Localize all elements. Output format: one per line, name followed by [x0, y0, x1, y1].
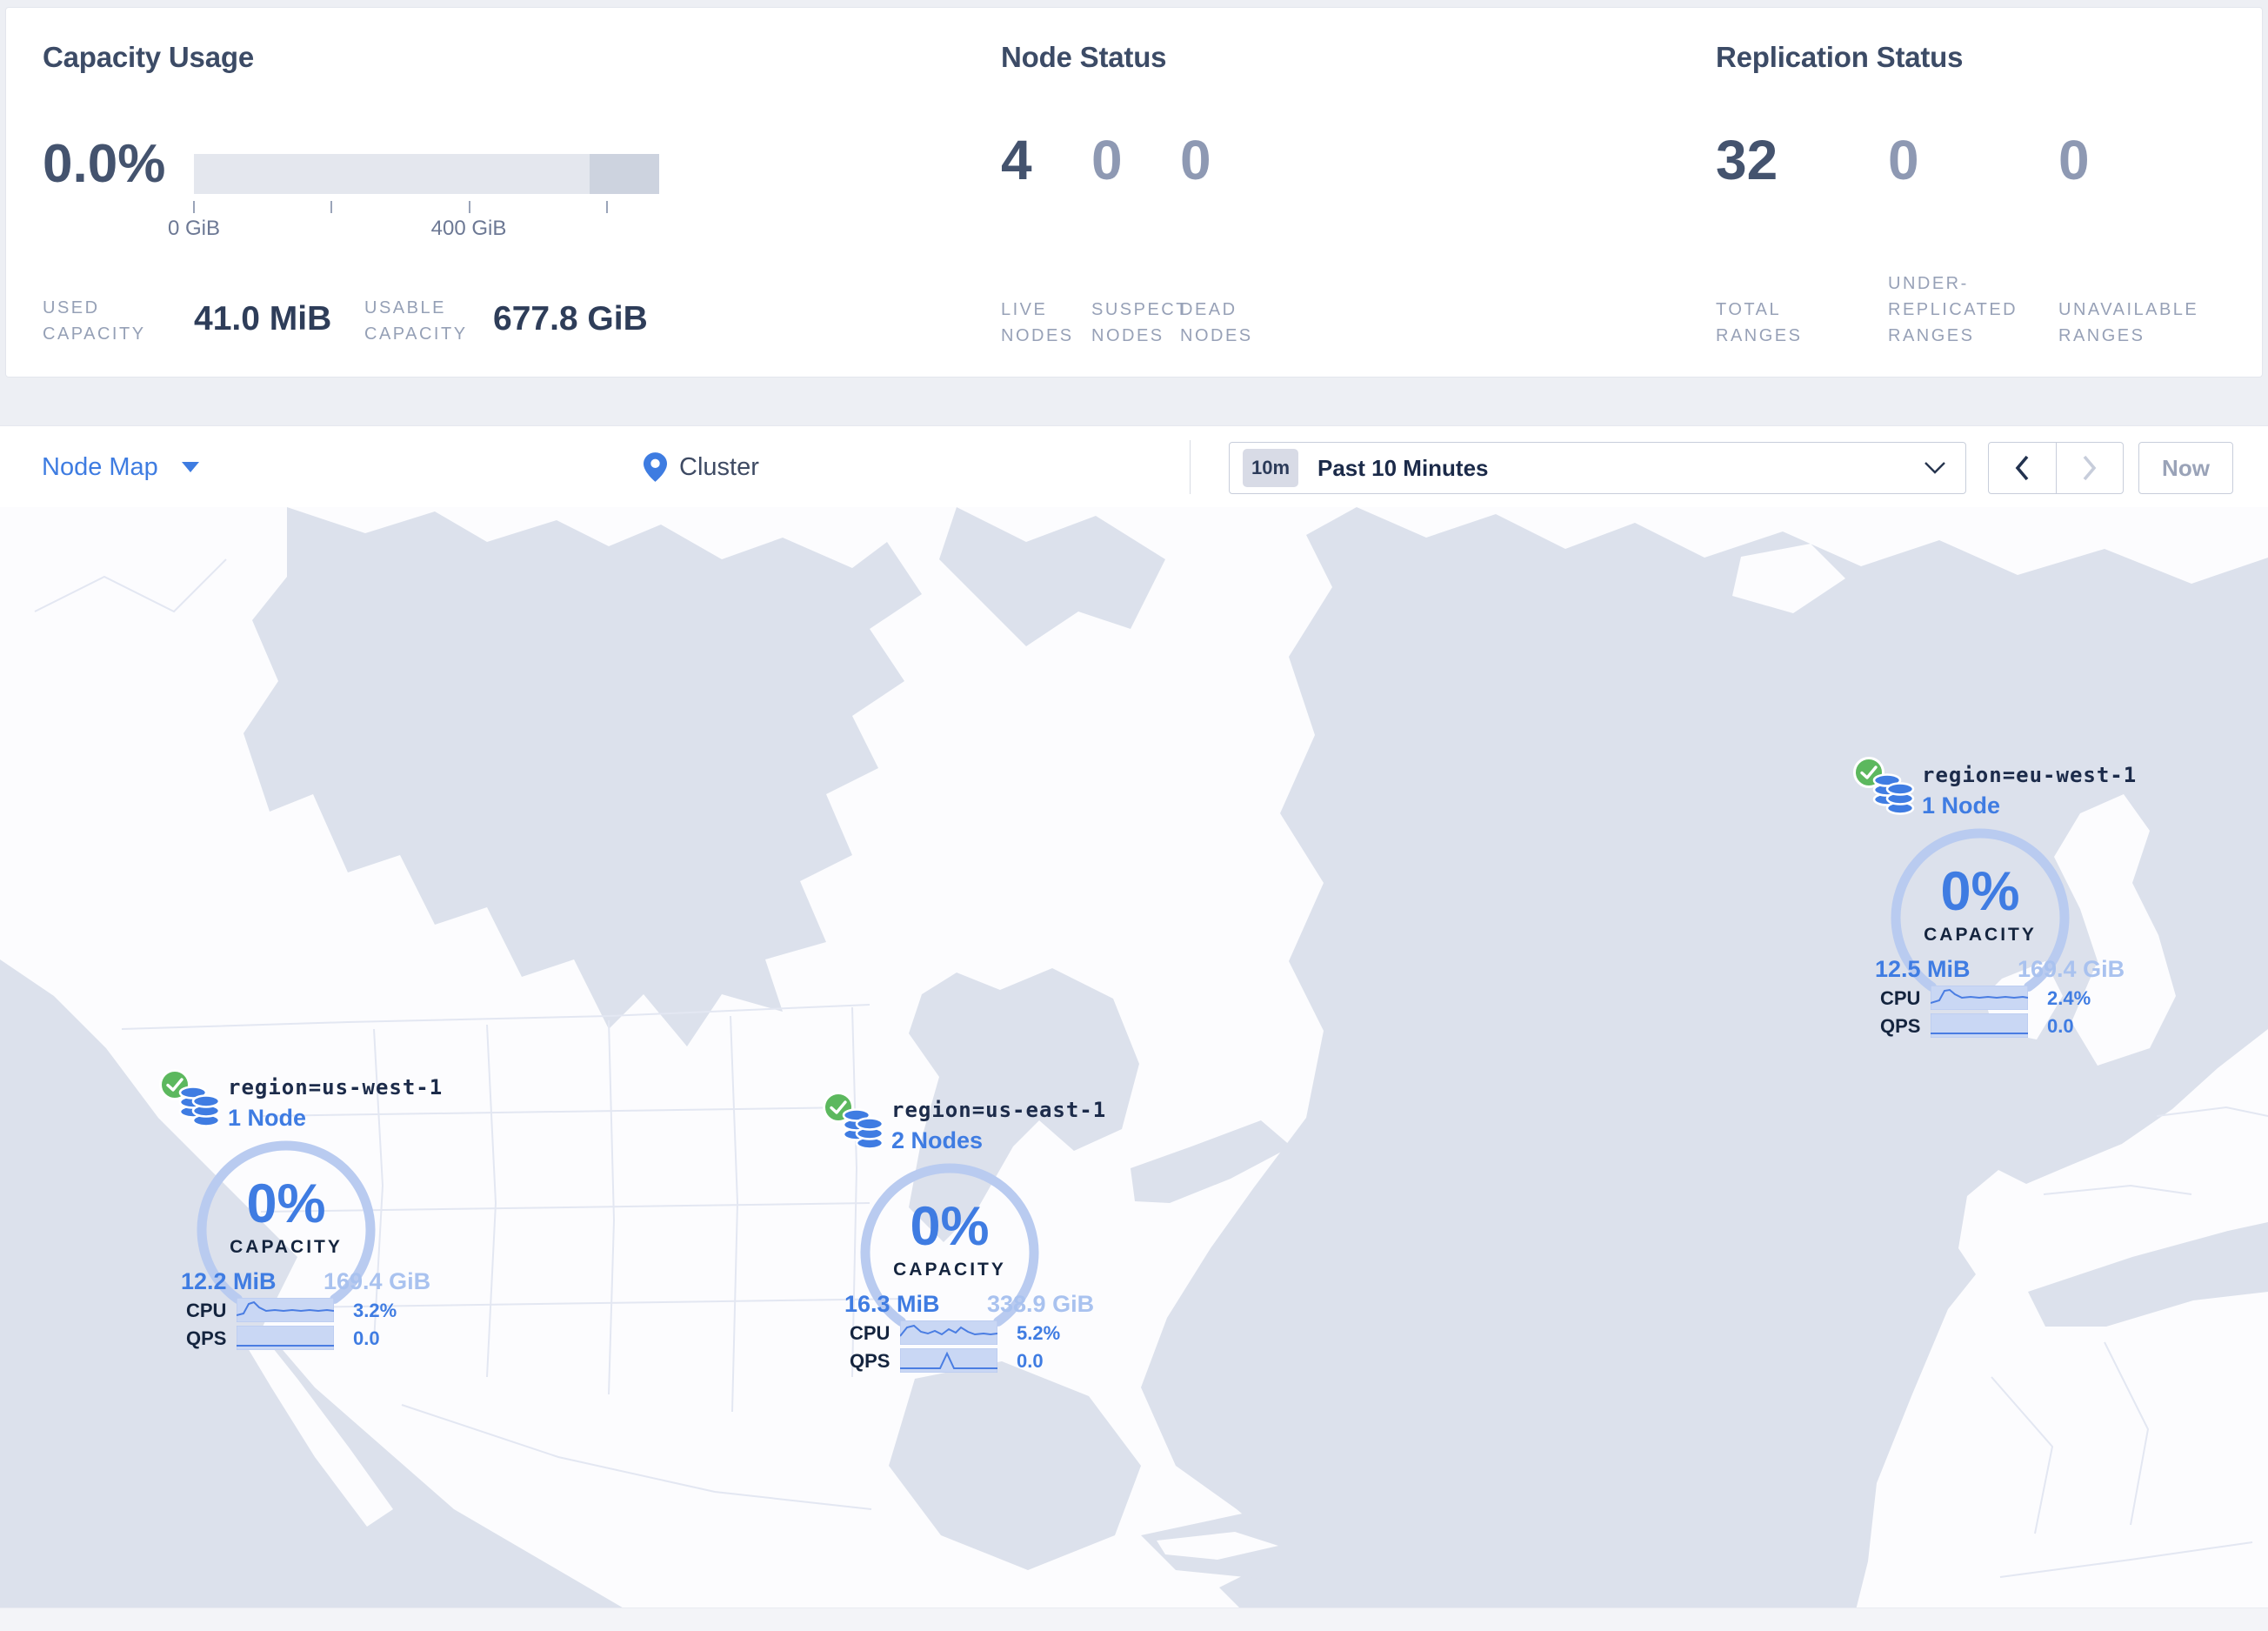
toolbar-divider	[1190, 440, 1191, 494]
region-total-capacity: 338.9 GiB	[987, 1291, 1095, 1317]
map-footer-strip	[0, 1608, 2268, 1631]
cockroachdb-cluster-overview: { "accent_colors": { "link_blue": "#3e7c…	[0, 0, 2268, 1631]
suspect-nodes-label: SUSPECT NODES	[1091, 300, 1189, 345]
cpu-value: 5.2%	[1017, 1322, 1061, 1344]
time-next-button[interactable]	[2055, 443, 2124, 493]
breadcrumb-cluster-label: Cluster	[679, 452, 759, 481]
axis-tick	[193, 201, 195, 213]
usable-capacity-value: 677.8 GiB	[493, 300, 648, 338]
cpu-value: 3.2%	[353, 1300, 397, 1321]
region-used-capacity: 12.2 MiB	[181, 1268, 277, 1294]
axis-tick	[330, 201, 332, 213]
cpu-label: CPU	[850, 1322, 891, 1344]
region-total-capacity: 169.4 GiB	[324, 1268, 431, 1294]
time-prev-button[interactable]	[1989, 443, 2056, 493]
qps-sparkline	[1931, 1013, 2028, 1038]
time-range-pager	[1988, 442, 2124, 494]
axis-tick	[469, 201, 470, 213]
time-range-dropdown[interactable]: 10m Past 10 Minutes	[1229, 442, 1966, 494]
capacity-gauge-percent: 0%	[246, 1173, 326, 1234]
under-replicated-ranges-count: 0	[1888, 129, 1919, 191]
region-used-capacity: 16.3 MiB	[844, 1291, 940, 1317]
chevron-down-icon	[181, 462, 199, 472]
qps-label: QPS	[186, 1327, 227, 1349]
capacity-gauge-label: CAPACITY	[1924, 925, 2037, 945]
qps-label: QPS	[1880, 1015, 1921, 1037]
region-total-capacity: 169.4 GiB	[2018, 956, 2125, 982]
view-mode-dropdown[interactable]: Node Map	[42, 426, 200, 508]
under-replicated-ranges-label: UNDER- REPLICATED RANGES	[1888, 274, 2018, 345]
breadcrumb[interactable]: Cluster	[644, 426, 759, 508]
live-nodes-count: 4	[1001, 129, 1032, 191]
qps-sparkline	[900, 1348, 997, 1373]
time-range-label: Past 10 Minutes	[1317, 454, 1489, 481]
unavailable-ranges-label: UNAVAILABLE RANGES	[2058, 300, 2199, 345]
map-pin-icon	[644, 452, 667, 482]
cpu-label: CPU	[1880, 987, 1921, 1009]
capacity-gauge-label: CAPACITY	[230, 1237, 343, 1257]
region-marker-us-east-1[interactable]: region=us-east-1 2 Nodes 0% CAPACITY 16.…	[822, 1089, 1112, 1380]
used-capacity-label: USED CAPACITY	[43, 298, 146, 344]
time-range-badge: 10m	[1243, 449, 1298, 487]
cpu-value: 2.4%	[2047, 987, 2091, 1009]
now-button[interactable]: Now	[2138, 442, 2233, 494]
capacity-usage-bar	[194, 154, 659, 194]
axis-label-400: 400 GiB	[430, 217, 507, 240]
region-marker-eu-west-1[interactable]: region=eu-west-1 1 Node 0% CAPACITY 12.5…	[1852, 754, 2143, 1045]
qps-value: 0.0	[353, 1327, 380, 1349]
cpu-label: CPU	[186, 1300, 227, 1321]
live-nodes-label: LIVE NODES	[1001, 300, 1074, 345]
node-map[interactable]: region=us-west-1 1 Node 0% CAPACITY 12.2…	[0, 507, 2268, 1631]
used-capacity-value: 41.0 MiB	[194, 300, 332, 338]
region-marker-us-west-1[interactable]: region=us-west-1 1 Node 0% CAPACITY 12.2…	[158, 1066, 449, 1357]
dead-nodes-count: 0	[1180, 129, 1211, 191]
qps-label: QPS	[850, 1350, 891, 1372]
capacity-bar-reserved-segment	[590, 154, 659, 194]
chevron-left-icon	[2015, 455, 2029, 481]
qps-sparkline	[237, 1326, 334, 1350]
qps-value: 0.0	[2047, 1015, 2074, 1037]
cluster-summary-card: Capacity Usage 0.0% 0 GiB 400 GiB USED C…	[5, 7, 2263, 378]
chevron-down-icon	[1924, 462, 1945, 474]
chevron-right-icon	[2083, 455, 2097, 481]
node-status-title: Node Status	[1001, 41, 1167, 73]
cpu-sparkline	[237, 1298, 334, 1322]
total-ranges-label: TOTAL RANGES	[1716, 300, 1803, 345]
total-ranges-count: 32	[1716, 129, 1778, 191]
region-used-capacity: 12.5 MiB	[1875, 956, 1971, 982]
replication-status-title: Replication Status	[1716, 41, 1964, 73]
qps-value: 0.0	[1017, 1350, 1044, 1372]
suspect-nodes-count: 0	[1091, 129, 1123, 191]
capacity-gauge-percent: 0%	[910, 1196, 990, 1257]
cpu-sparkline	[900, 1320, 997, 1345]
capacity-gauge-label: CAPACITY	[893, 1260, 1006, 1280]
dead-nodes-label: DEAD NODES	[1180, 300, 1253, 345]
usable-capacity-label: USABLE CAPACITY	[364, 298, 468, 344]
capacity-usage-percent: 0.0%	[43, 134, 166, 194]
axis-tick	[606, 201, 608, 213]
view-mode-label: Node Map	[42, 452, 158, 481]
capacity-usage-title: Capacity Usage	[43, 41, 254, 73]
axis-label-0: 0 GiB	[167, 217, 221, 240]
map-toolbar: Node Map Cluster 10m Past 10 Minutes Now	[0, 425, 2268, 509]
cpu-sparkline	[1931, 986, 2028, 1010]
capacity-gauge-percent: 0%	[1940, 861, 2020, 922]
unavailable-ranges-count: 0	[2058, 129, 2090, 191]
